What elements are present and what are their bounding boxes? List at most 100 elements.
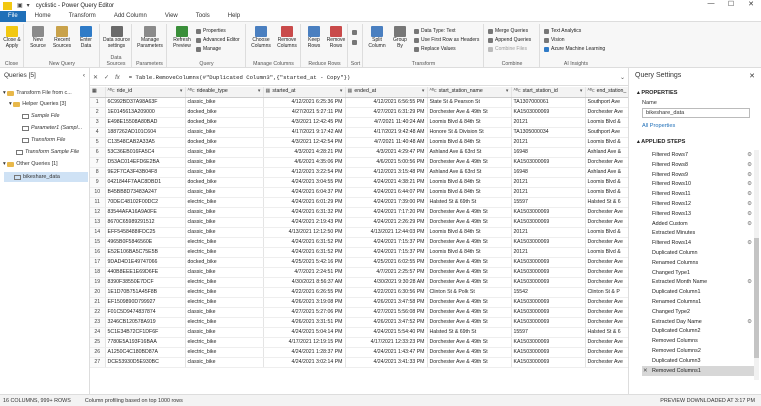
table-cell[interactable]: classic_bike [185,327,264,338]
table-cell[interactable]: KA1503000069 [511,307,586,318]
table-cell[interactable]: Loomis Blvd & [585,227,628,238]
table-cell[interactable]: Dorchester Ave & 49th St [427,157,512,168]
row-number[interactable]: 24 [90,327,106,338]
table-cell[interactable]: Dorchester Ave [585,277,628,288]
table-row[interactable]: 26 A1250C4C180BD87A electric_bike 4/24/2021… [90,347,628,358]
table-row[interactable]: 2 1E0145613A209000 docked_bike 4/27/2021 5:… [90,107,628,118]
table-cell[interactable]: Dorchester Ave & 49th St [427,357,512,368]
table-cell[interactable]: 4/27/2021 5:27:11 PM [263,107,346,118]
data-type-dropdown[interactable]: Data Type: Text [414,28,456,34]
table-cell[interactable]: E52E106BA5C75E5B [105,247,186,258]
applied-step[interactable]: Duplicated Column3 [642,356,754,366]
table-cell[interactable]: 15542 [511,287,586,298]
column-header-ride-id[interactable]: ᴬᴮc ride_id ▾ [105,87,186,98]
table-cell[interactable]: Dorchester Ave & 49th St [427,337,512,348]
remove-columns-button[interactable]: Remove Columns [275,26,299,49]
table-row[interactable]: 21 EF1509890D799927 electric_bike 4/26/2021… [90,297,628,308]
table-cell[interactable]: Loomis Blvd & 84th St [427,247,512,258]
table-cell[interactable]: 4/24/2021 6:31:32 PM [263,207,346,218]
table-cell[interactable]: docked_bike [185,107,264,118]
table-cell[interactable]: 4/6/2021 4:35:06 PM [263,157,346,168]
table-cell[interactable]: State St & Pearson St [427,97,512,108]
table-cell[interactable]: 4/13/2021 12:44:03 PM [345,227,428,238]
table-cell[interactable]: docked_bike [185,257,264,268]
applied-step[interactable]: Added Custom ⚙ [642,219,754,229]
recent-sources-button[interactable]: Recent Sources [51,26,73,49]
row-number[interactable]: 16 [90,247,106,258]
table-row[interactable]: 25 7780E5A193F16BAA electric_bike 4/17/2021… [90,337,628,348]
table-cell[interactable]: 4/24/2021 6:31:52 PM [263,237,346,248]
column-header-start-station-id[interactable]: ᴬᴮc start_station_id ▾ [511,87,586,98]
table-cell[interactable]: 9E2F7CA3F43B04F8 [105,167,186,178]
table-cell[interactable]: 4/12/2021 6:25:36 PM [263,97,346,108]
text-type-icon[interactable]: ᴬᴮc [188,88,195,94]
table-cell[interactable]: EF1509890D799927 [105,297,186,308]
close-settings-icon[interactable]: ✕ [749,72,755,80]
table-cell[interactable]: docked_bike [185,177,264,188]
row-number[interactable]: 27 [90,357,106,368]
formula-input[interactable]: = Table.RemoveColumns(#"Duplicated Colum… [129,74,351,81]
table-cell[interactable]: KA1503000069 [511,107,586,118]
table-cell[interactable]: KA1503000069 [511,357,586,368]
table-cell[interactable]: Dorchester Ave [585,107,628,118]
filter-dropdown-icon[interactable]: ▾ [580,87,583,96]
table-cell[interactable]: 20121 [511,227,586,238]
row-number[interactable]: 5 [90,137,106,148]
data-source-settings-button[interactable]: Data source settings [102,26,131,49]
table-cell[interactable]: 4/24/2021 6:04:37 PM [263,187,346,198]
column-header-started-at[interactable]: ▦ started_at ▾ [263,87,346,98]
table-cell[interactable]: 4/24/2021 1:28:37 PM [263,347,346,358]
table-cell[interactable]: 1E1D70B751A45F8B [105,287,186,298]
table-cell[interactable]: 4/27/2021 5:56:08 PM [345,307,428,318]
text-type-icon[interactable]: ᴬᴮc [588,88,595,94]
applied-step[interactable]: Extracted Month Name ⚙ [642,277,754,287]
table-cell[interactable]: Southport Ave [585,97,628,108]
table-row[interactable]: 4 1887262AD101C604 classic_bike 4/17/2021 9… [90,127,628,138]
table-cell[interactable]: Loomis Blvd & 84th St [427,187,512,198]
table-cell[interactable]: 4/24/2021 5:04:14 PM [263,327,346,338]
applied-step[interactable]: Renamed Columns [642,258,754,268]
applied-step[interactable]: Duplicated Column2 [642,326,754,336]
table-cell[interactable]: Honore St & Division St [427,127,512,138]
table-cell[interactable]: 9DAD4D1E49747066 [105,257,186,268]
row-number[interactable]: 19 [90,277,106,288]
enter-data-button[interactable]: Enter Data [75,26,97,49]
gear-icon[interactable]: ⚙ [747,199,752,209]
gear-icon[interactable]: ⚙ [747,209,752,219]
table-cell[interactable]: 4/3/2021 12:42:54 PM [263,137,346,148]
vision-button[interactable]: Vision [544,37,565,43]
append-queries-button[interactable]: Append Queries [488,37,531,43]
table-cell[interactable]: 4/17/2021 9:42:48 AM [345,127,428,138]
table-cell[interactable]: classic_bike [185,127,264,138]
filter-dropdown-icon[interactable]: ▾ [258,87,261,96]
gear-icon[interactable]: ⚙ [747,277,752,287]
table-cell[interactable]: classic_bike [185,217,264,228]
table-cell[interactable]: KA1503000069 [511,207,586,218]
table-cell[interactable]: KA1503000069 [511,337,586,348]
table-row[interactable]: 27 DCE53930D5E930BC classic_bike 4/24/2021 … [90,357,628,368]
table-cell[interactable]: Dorchester Ave [585,217,628,228]
tab-file[interactable]: File [0,10,26,22]
table-cell[interactable]: A1250C4C180BD87A [105,347,186,358]
table-row[interactable]: 6 53C36EB016FA5C4 classic_bike 4/3/2021 4:2… [90,147,628,158]
table-cell[interactable]: 4/27/2021 5:27:06 PM [263,307,346,318]
table-cell[interactable]: Halsted St & 6 [585,327,628,338]
table-cell[interactable]: Halsted St & 69th St [427,197,512,208]
table-row[interactable]: 3 E498E15508A80BAD docked_bike 4/3/2021 12:… [90,117,628,128]
table-cell[interactable]: KA1503000069 [511,157,586,168]
table-cell[interactable]: Clinton St & P [585,287,628,298]
applied-step[interactable]: Filtered Rows8 ⚙ [642,160,754,170]
tab-help[interactable]: Help [219,11,249,22]
table-cell[interactable]: KA1503000069 [511,347,586,358]
table-cell[interactable]: docked_bike [185,117,264,128]
gear-icon[interactable]: ⚙ [747,179,752,189]
table-cell[interactable]: classic_bike [185,157,264,168]
table-cell[interactable]: KA1503000069 [511,257,586,268]
table-row[interactable]: 16 E52E106BA5C75E5B electric_bike 4/24/2021… [90,247,628,258]
applied-step[interactable]: Duplicated Column1 [642,287,754,297]
table-cell[interactable]: 3246CB120578A919 [105,317,186,328]
table-cell[interactable]: 4/17/2021 12:33:23 PM [345,337,428,348]
applied-step[interactable]: ✕ Removed Columns1 [642,365,754,376]
table-cell[interactable]: 4/26/2021 3:19:08 PM [263,297,346,308]
table-cell[interactable]: Ashland Ave & [585,167,628,178]
